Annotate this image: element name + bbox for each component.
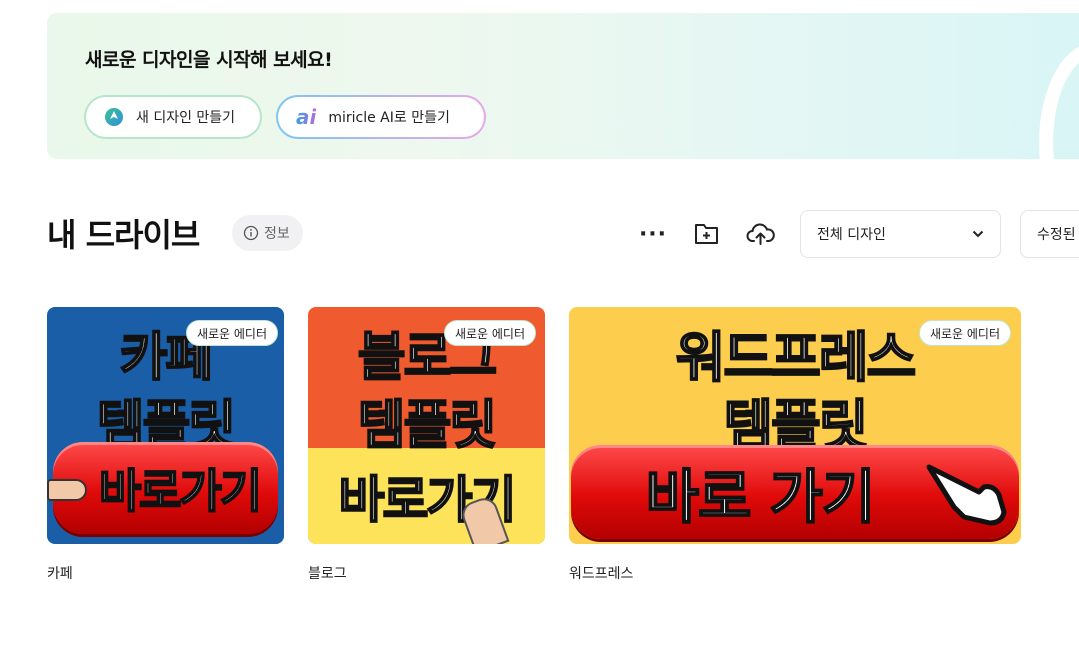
upload-button[interactable] (746, 219, 776, 249)
pointing-hand-icon (926, 464, 1007, 526)
new-design-icon (104, 107, 124, 127)
thumb-button-text: 바로가기 (338, 470, 518, 530)
sort-select[interactable]: 수정된 (1020, 210, 1079, 258)
sort-value: 수정된 (1037, 227, 1076, 243)
info-button[interactable]: 정보 (232, 215, 303, 251)
card-caption[interactable]: 워드프레스 (569, 563, 633, 583)
info-icon (243, 225, 259, 241)
ai-create-button[interactable]: ai miricle AI로 만들기 (276, 95, 486, 139)
info-label: 정보 (264, 226, 290, 242)
hero-title: 새로운 디자인을 시작해 보세요! (85, 49, 333, 71)
card-caption[interactable]: 카페 (47, 563, 73, 583)
design-card-cafe[interactable]: 카페 템플릿 바로가기 새로운 에디터 (47, 307, 284, 544)
thumb-button-text: 바로 가기 (645, 462, 877, 532)
new-design-button[interactable]: 새 디자인 만들기 (84, 95, 262, 139)
new-editor-badge: 새로운 에디터 (185, 320, 278, 346)
hero-banner: 새로운 디자인을 시작해 보세요! 새 디자인 만들기 ai miricle A… (47, 13, 1079, 159)
thumb-subtitle: 템플릿 (357, 395, 499, 457)
design-filter-value: 전체 디자인 (817, 227, 886, 243)
more-icon: ··· (638, 221, 668, 247)
new-folder-button[interactable] (692, 219, 722, 249)
design-card-blog[interactable]: 블로그 템플릿 바로가기 새로운 에디터 (308, 307, 545, 544)
page-title: 내 드라이브 (47, 216, 200, 254)
new-editor-badge: 새로운 에디터 (443, 320, 536, 346)
design-filter-select[interactable]: 전체 디자인 (800, 210, 1001, 258)
new-design-label: 새 디자인 만들기 (136, 110, 236, 126)
hero-decoration (1039, 43, 1079, 159)
ai-icon: ai (296, 105, 317, 129)
new-editor-badge: 새로운 에디터 (918, 320, 1011, 346)
thumb-button-text: 바로가기 (98, 463, 263, 519)
card-caption[interactable]: 블로그 (308, 563, 347, 583)
design-card-wordpress[interactable]: 워드프레스 템플릿 바로 가기 새로운 에디터 (569, 307, 1021, 544)
pointing-hand-icon (47, 479, 87, 501)
chevron-down-icon (972, 230, 984, 238)
cloud-upload-icon (746, 223, 775, 245)
more-options-button[interactable]: ··· (638, 219, 668, 249)
ai-create-label: miricle AI로 만들기 (328, 110, 450, 126)
new-folder-icon (695, 224, 718, 244)
